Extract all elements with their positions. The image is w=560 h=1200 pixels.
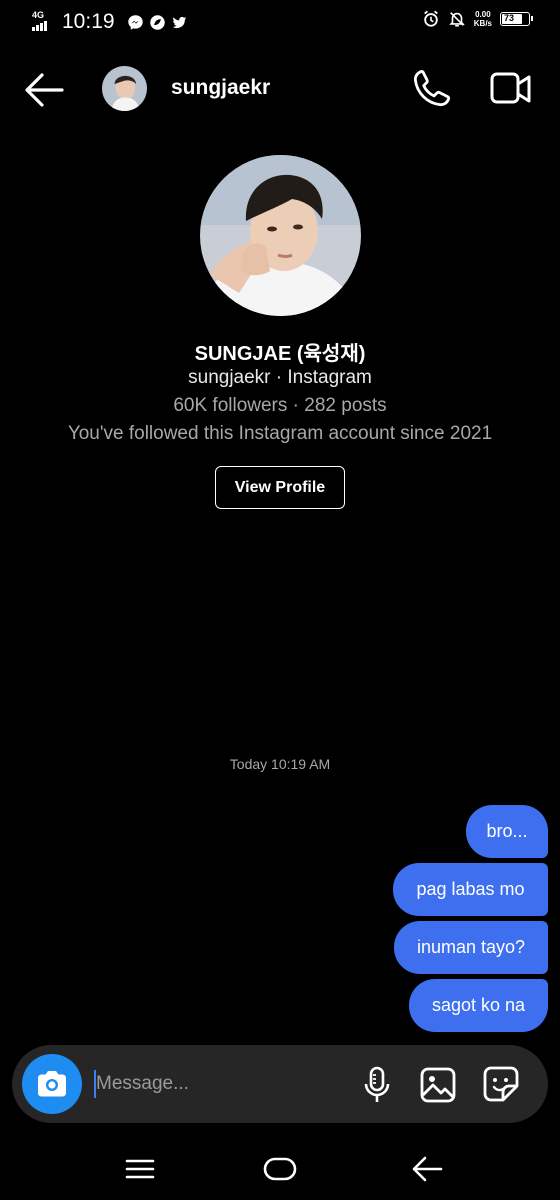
profile-avatar[interactable] bbox=[200, 155, 361, 316]
app-icon bbox=[149, 14, 165, 30]
signal-icon: 4G bbox=[32, 10, 58, 33]
image-icon bbox=[420, 1067, 456, 1103]
status-left: 4G 10:19 bbox=[32, 10, 188, 34]
profile-follow-since: You've followed this Instagram account s… bbox=[67, 423, 493, 444]
network-type: 4G bbox=[32, 10, 45, 20]
header-username[interactable]: sungjaekr bbox=[171, 76, 270, 100]
twitter-icon bbox=[172, 16, 186, 28]
alarm-icon bbox=[423, 10, 438, 27]
home-icon bbox=[263, 1157, 297, 1181]
gallery-button[interactable] bbox=[420, 1067, 456, 1103]
profile-photo bbox=[200, 155, 361, 316]
menu-icon bbox=[125, 1159, 155, 1179]
sticker-icon bbox=[483, 1066, 519, 1102]
messenger-icon bbox=[127, 14, 143, 30]
battery-icon: 73 bbox=[500, 12, 533, 26]
phone-icon bbox=[413, 70, 451, 107]
message-bubble[interactable]: pag labas mo bbox=[393, 863, 548, 916]
message-composer bbox=[12, 1045, 548, 1123]
voice-message-button[interactable] bbox=[362, 1065, 392, 1105]
view-profile-button[interactable]: View Profile bbox=[215, 466, 345, 509]
profile-handle: sungjaekr · Instagram bbox=[188, 367, 372, 388]
status-bar: 4G 10:19 0.00 KB/s 73 bbox=[0, 0, 560, 44]
message-bubble[interactable]: sagot ko na bbox=[409, 979, 548, 1032]
system-back-button[interactable] bbox=[410, 1154, 444, 1184]
header-avatar[interactable] bbox=[102, 66, 147, 111]
notifications-off-icon bbox=[448, 12, 465, 27]
status-right: 0.00 KB/s 73 bbox=[422, 10, 533, 28]
speed-value: 0.00 bbox=[475, 10, 491, 19]
camera-button[interactable] bbox=[22, 1054, 82, 1114]
camera-icon bbox=[38, 1071, 66, 1097]
back-button[interactable] bbox=[22, 70, 66, 110]
network-speed: 0.00 KB/s bbox=[474, 10, 492, 28]
speed-unit: KB/s bbox=[473, 19, 492, 28]
back-arrow-icon bbox=[412, 1156, 443, 1182]
message-bubble[interactable]: inuman tayo? bbox=[394, 921, 548, 974]
system-nav-bar bbox=[0, 1140, 560, 1200]
microphone-icon bbox=[364, 1066, 390, 1102]
voice-call-button[interactable] bbox=[410, 68, 452, 110]
status-time: 10:19 bbox=[62, 10, 115, 33]
home-button[interactable] bbox=[262, 1156, 298, 1182]
video-camera-icon bbox=[490, 72, 531, 104]
video-call-button[interactable] bbox=[489, 70, 533, 108]
battery-level: 73 bbox=[504, 13, 515, 23]
recent-apps-button[interactable] bbox=[124, 1156, 156, 1182]
message-timestamp: Today 10:19 AM bbox=[229, 756, 331, 772]
message-input[interactable] bbox=[94, 1067, 334, 1101]
arrow-left-icon bbox=[25, 73, 64, 107]
chat-header: sungjaekr bbox=[0, 56, 560, 122]
profile-stats: 60K followers · 282 posts bbox=[173, 395, 387, 416]
profile-display-name: SUNGJAE (육성재) bbox=[194, 343, 366, 365]
sticker-button[interactable] bbox=[483, 1066, 519, 1102]
avatar-image bbox=[102, 66, 147, 111]
message-bubble[interactable]: bro... bbox=[466, 805, 548, 858]
